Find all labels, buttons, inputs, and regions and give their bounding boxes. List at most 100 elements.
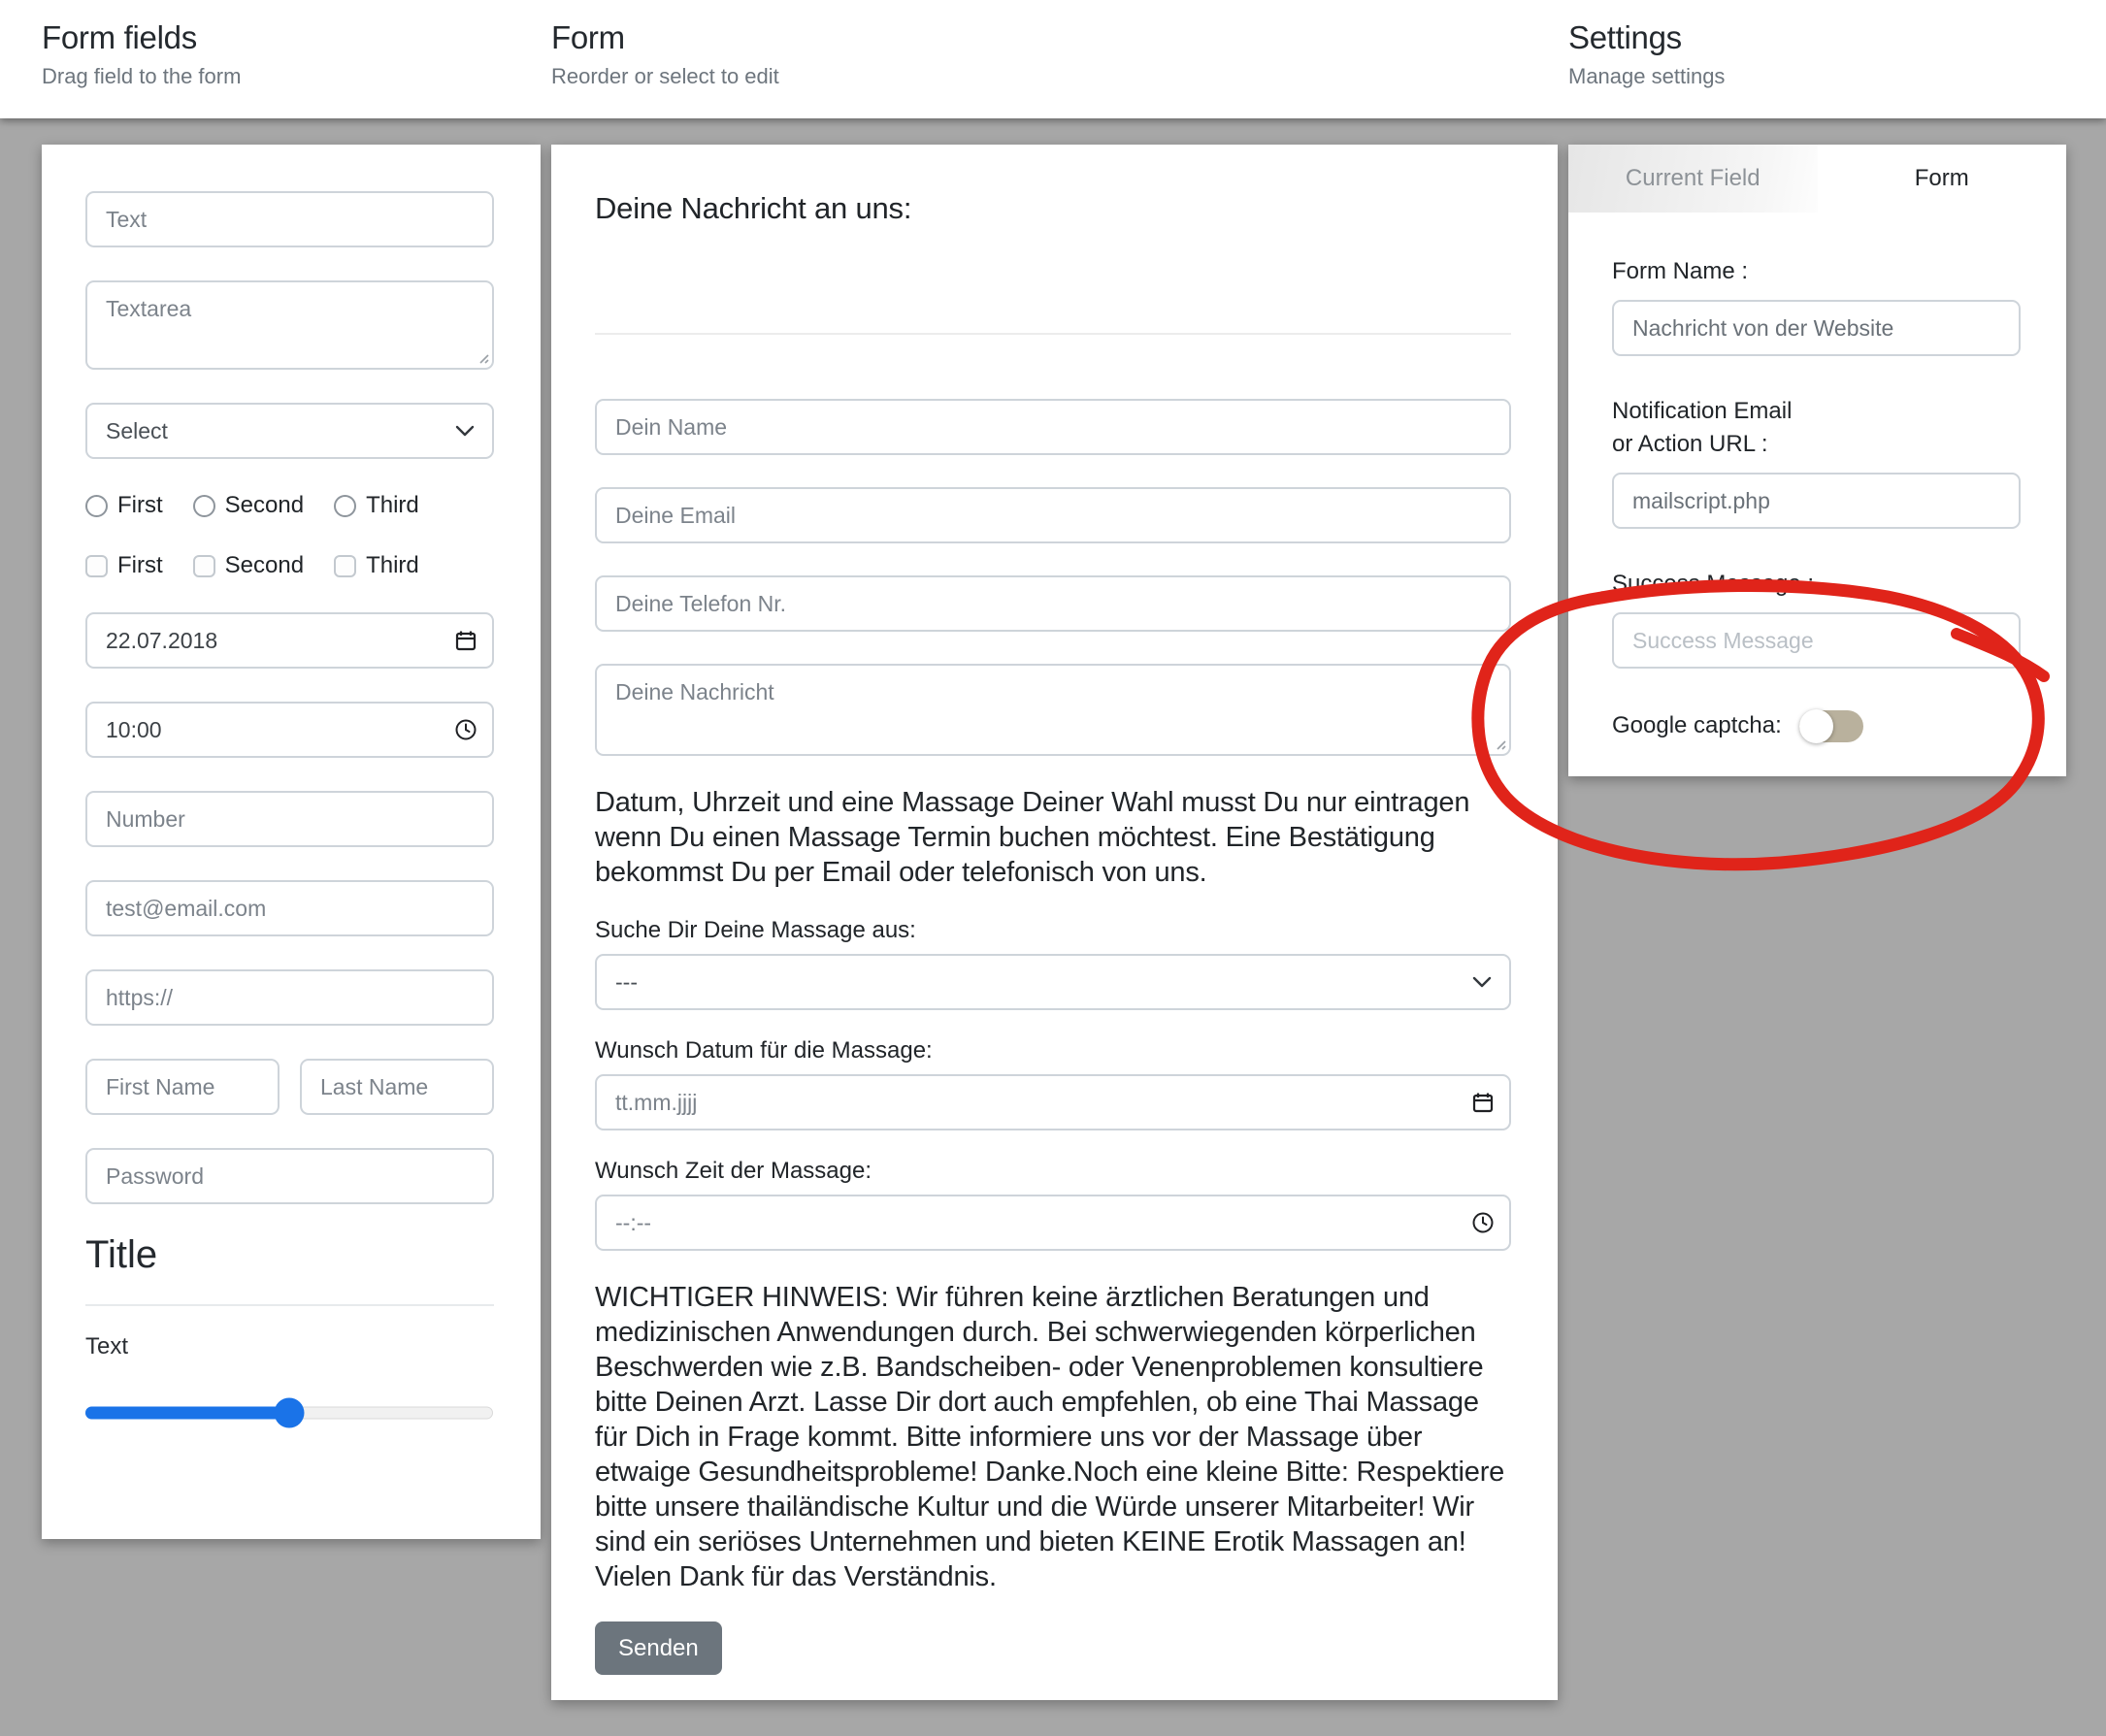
field-email [85,880,494,936]
radio-label: Second [225,492,304,519]
notice-paragraph: WICHTIGER HINWEIS: Wir führen keine ärzt… [595,1280,1511,1594]
notification-label-line1: Notification Email [1612,395,2021,428]
massage-select-label: Suche Dir Deine Massage aus: [595,917,1511,944]
header-title-form: Form [551,19,779,56]
senden-button[interactable]: Senden [595,1621,722,1675]
header-title-settings: Settings [1568,19,1725,56]
radio-label: Third [366,492,419,519]
textarea-field[interactable] [85,280,494,370]
email-field[interactable] [85,880,494,936]
field-name-row [85,1059,494,1115]
header-title-form-fields: Form fields [42,19,241,56]
field-wunsch-datum [595,1074,1511,1130]
checkbox-label: Second [225,552,304,579]
field-time [85,702,494,758]
tab-form[interactable]: Form [1818,145,2067,213]
text-field[interactable] [85,191,494,247]
wunsch-zeit-label: Wunsch Zeit der Massage: [595,1158,1511,1185]
date-field[interactable] [85,612,494,669]
form-preview-panel: Deine Nachricht an uns: Datum, Uhrzeit u… [551,145,1558,1700]
settings-tabs: Current Field Form [1568,145,2066,213]
last-name-field[interactable] [300,1059,494,1115]
tab-current-field[interactable]: Current Field [1568,145,1818,213]
password-field[interactable] [85,1148,494,1204]
select-field[interactable]: Select [85,403,494,459]
field-dein-name [595,399,1511,455]
header-subtitle-settings: Manage settings [1568,64,1725,89]
field-url [85,969,494,1026]
radio-icon[interactable] [334,495,356,517]
field-number [85,791,494,847]
deine-email-field[interactable] [595,487,1511,543]
radio-option-third[interactable]: Third [334,492,419,519]
field-text [85,191,494,247]
settings-form-tab-content: Form Name : Notification Email or Action… [1568,213,2066,742]
select-field-label: Select [106,418,168,444]
header-subtitle-form-fields: Drag field to the form [42,64,241,89]
heading-divider [595,333,1511,335]
checkbox-label: First [117,552,163,579]
google-captcha-label: Google captcha: [1612,709,1782,742]
chevron-down-icon [455,425,475,437]
radio-option-second[interactable]: Second [193,492,304,519]
telefon-field[interactable] [595,575,1511,632]
checkbox-label: Third [366,552,419,579]
field-date [85,612,494,669]
url-field[interactable] [85,969,494,1026]
time-field[interactable] [85,702,494,758]
notification-input[interactable] [1612,473,2021,529]
radio-group: First Second Third [85,492,494,519]
slider-fill [85,1407,289,1420]
notification-label-line2: or Action URL : [1612,428,2021,461]
resize-handle-icon[interactable] [476,350,489,364]
range-slider[interactable] [85,1397,493,1428]
wunsch-zeit-field[interactable] [595,1195,1511,1251]
radio-label: First [117,492,163,519]
massage-select[interactable]: --- [595,954,1511,1010]
radio-option-first[interactable]: First [85,492,163,519]
page-header: Form fields Drag field to the form Form … [0,0,2106,118]
field-nachricht [595,664,1511,756]
wunsch-datum-field[interactable] [595,1074,1511,1130]
toggle-knob[interactable] [1799,709,1833,743]
radio-icon[interactable] [85,495,108,517]
header-subtitle-form: Reorder or select to edit [551,64,779,89]
number-field[interactable] [85,791,494,847]
form-name-label: Form Name : [1612,255,2021,288]
checkbox-icon[interactable] [334,555,356,577]
checkbox-icon[interactable] [193,555,215,577]
resize-handle-icon[interactable] [1493,737,1506,750]
checkbox-option-first[interactable]: First [85,552,163,579]
nachricht-field[interactable] [595,664,1511,756]
checkbox-option-second[interactable]: Second [193,552,304,579]
divider [85,1304,494,1306]
form-name-input[interactable] [1612,300,2021,356]
checkbox-option-third[interactable]: Third [334,552,419,579]
clock-icon[interactable] [454,718,477,741]
checkbox-icon[interactable] [85,555,108,577]
field-password [85,1148,494,1204]
calendar-icon[interactable] [1471,1091,1495,1114]
header-form: Form Reorder or select to edit [551,19,779,89]
google-captcha-toggle[interactable] [1799,710,1863,742]
first-name-field[interactable] [85,1059,280,1115]
success-message-input[interactable] [1612,612,2021,669]
wunsch-datum-label: Wunsch Datum für die Massage: [595,1037,1511,1065]
field-wunsch-zeit [595,1195,1511,1251]
checkbox-group: First Second Third [85,552,494,579]
form-fields-panel: Select First Second Third First Second [42,145,541,1539]
google-captcha-row: Google captcha: [1612,709,2021,742]
header-settings: Settings Manage settings [1568,19,1725,89]
success-message-label: Success Message : [1612,568,2021,601]
massage-select-value: --- [615,969,638,996]
clock-icon[interactable] [1471,1211,1495,1234]
title-widget: Title [85,1233,494,1277]
field-telefon [595,575,1511,632]
slider-thumb[interactable] [275,1398,305,1428]
radio-icon[interactable] [193,495,215,517]
field-form-name [1612,300,2021,356]
chevron-down-icon [1472,976,1492,988]
dein-name-field[interactable] [595,399,1511,455]
calendar-icon[interactable] [454,629,477,652]
header-form-fields: Form fields Drag field to the form [42,19,241,89]
